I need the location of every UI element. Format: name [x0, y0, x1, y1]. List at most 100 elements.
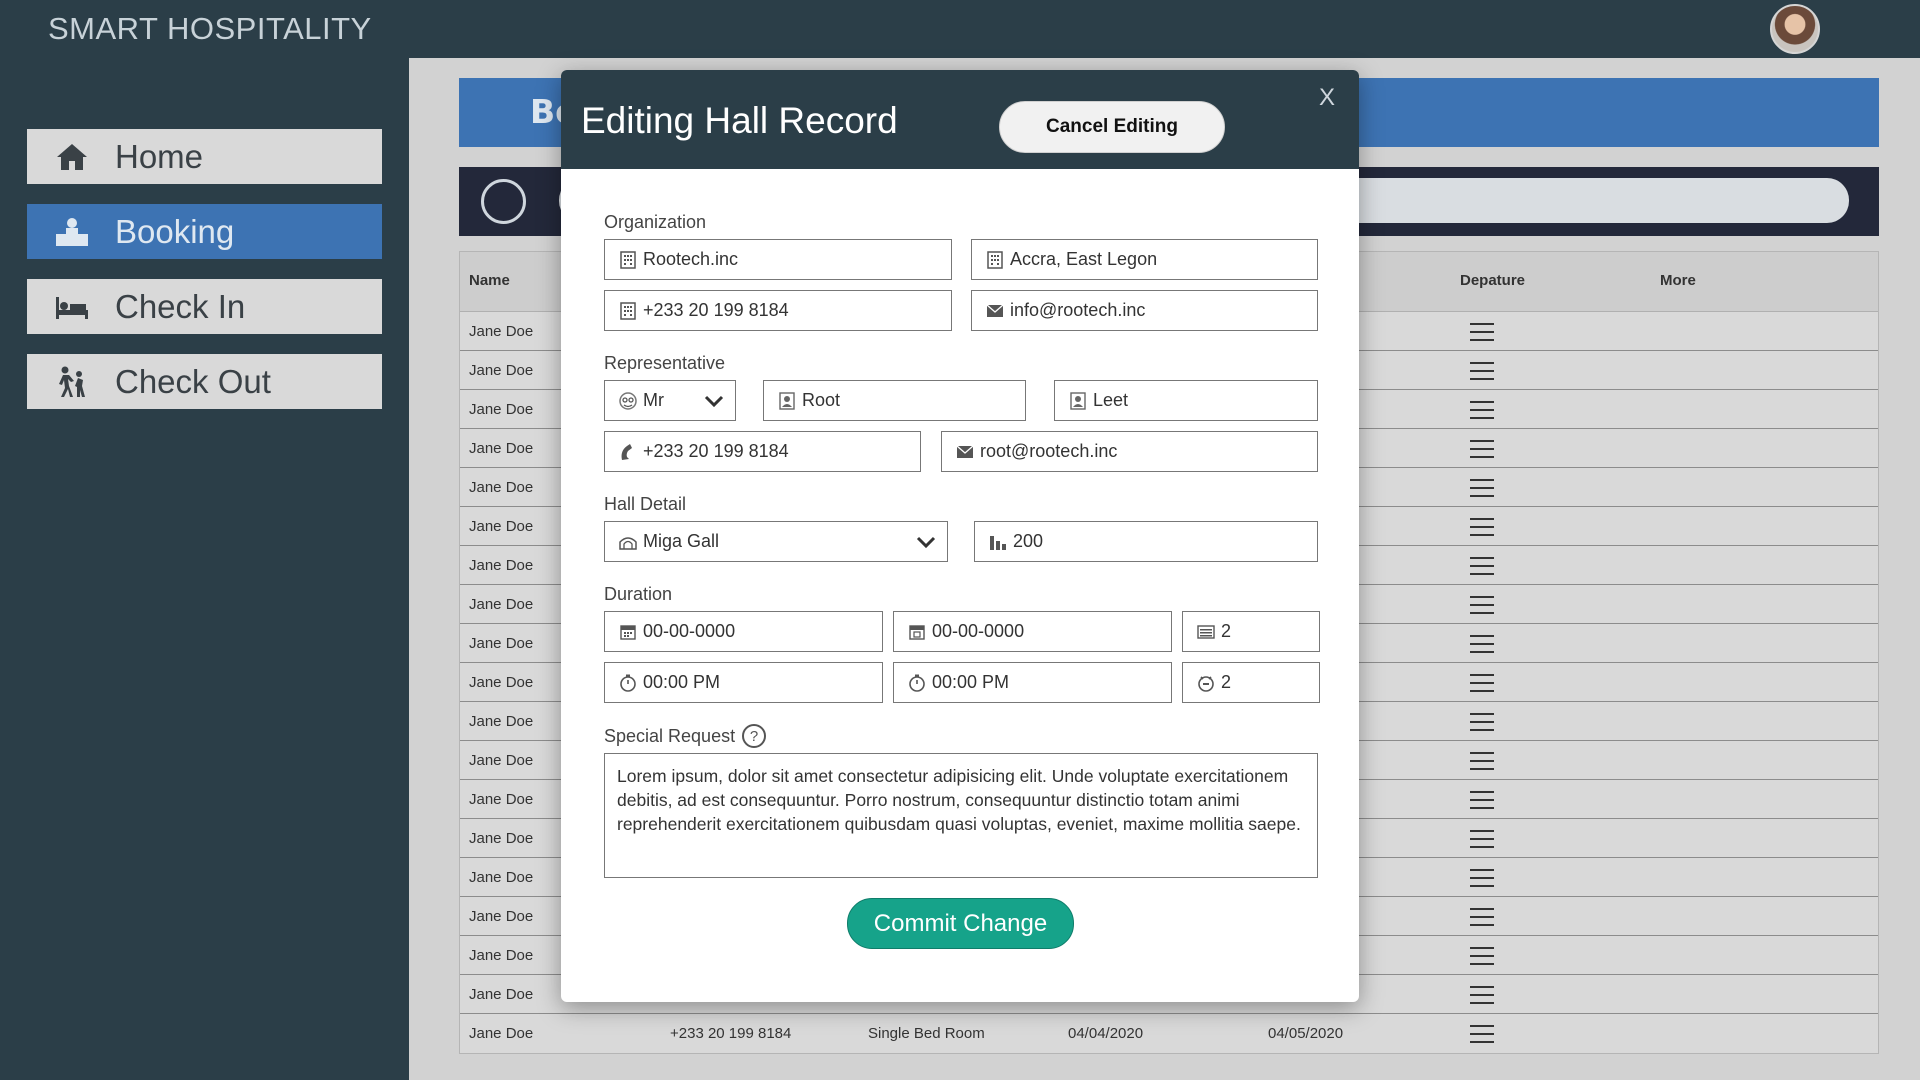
end-time-field[interactable]: 00:00 PM: [893, 662, 1172, 703]
organization-location-value: Accra, East Legon: [1010, 249, 1158, 269]
user-avatar[interactable]: [1770, 4, 1820, 54]
cell-name: Jane Doe: [469, 323, 534, 340]
representative-phone-field[interactable]: +233 20 199 8184: [604, 431, 921, 472]
hours-field[interactable]: 2: [1182, 662, 1320, 703]
sidebar-item-label: Booking: [115, 212, 235, 250]
organization-phone-value: +233 20 199 8184: [643, 300, 789, 320]
end-date-value: 00-00-0000: [932, 621, 1025, 641]
cell-name: Jane Doe: [469, 908, 534, 925]
chevron-down-icon: [915, 531, 937, 558]
cell-name: Jane Doe: [469, 635, 534, 652]
representative-phone-value: +233 20 199 8184: [643, 441, 789, 461]
envelope-icon: [956, 443, 974, 461]
cell-name: Jane Doe: [469, 401, 534, 418]
cancel-editing-button[interactable]: Cancel Editing: [999, 101, 1225, 153]
contact-card-icon: [1069, 391, 1087, 410]
representative-email-field[interactable]: root@rootech.inc: [941, 431, 1318, 472]
row-menu-icon[interactable]: [1470, 323, 1494, 341]
row-menu-icon[interactable]: [1470, 596, 1494, 614]
row-menu-icon[interactable]: [1470, 401, 1494, 419]
row-menu-icon[interactable]: [1470, 518, 1494, 536]
commit-change-button[interactable]: Commit Change: [847, 898, 1074, 949]
cell-name: Jane Doe: [469, 518, 534, 535]
modal-title: Editing Hall Record: [581, 100, 898, 141]
sidebar-item-check-in[interactable]: Check In: [27, 279, 382, 334]
cell-name: Jane Doe: [469, 947, 534, 964]
cell-phone: +233 20 199 8184: [670, 1025, 792, 1042]
row-menu-icon[interactable]: [1470, 869, 1494, 887]
row-menu-icon[interactable]: [1470, 791, 1494, 809]
organization-email-field[interactable]: info@rootech.inc: [971, 290, 1318, 331]
row-menu-icon[interactable]: [1470, 362, 1494, 380]
hall-capacity-value: 200: [1013, 531, 1044, 551]
column-header-departure[interactable]: Depature: [1460, 272, 1525, 289]
cell-name: Jane Doe: [469, 596, 534, 613]
cell-name: Jane Doe: [469, 791, 534, 808]
cell-room: Single Bed Room: [868, 1025, 985, 1042]
title-value: Mr: [643, 390, 664, 410]
cell-name: Jane Doe: [469, 986, 534, 1003]
start-date-field[interactable]: 00-00-0000: [604, 611, 883, 652]
sidebar-item-check-out[interactable]: Check Out: [27, 354, 382, 409]
last-name-field[interactable]: Leet: [1054, 380, 1318, 421]
special-request-textarea[interactable]: Lorem ipsum, dolor sit amet consectetur …: [604, 753, 1318, 878]
row-menu-icon[interactable]: [1470, 635, 1494, 653]
hall-select[interactable]: Miga Gall: [604, 521, 948, 562]
row-menu-icon[interactable]: [1470, 557, 1494, 575]
stopwatch-icon: [619, 674, 637, 692]
cell-name: Jane Doe: [469, 1025, 534, 1042]
row-menu-icon[interactable]: [1470, 752, 1494, 770]
cell-name: Jane Doe: [469, 830, 534, 847]
start-time-field[interactable]: 00:00 PM: [604, 662, 883, 703]
row-menu-icon[interactable]: [1470, 947, 1494, 965]
organization-name-field[interactable]: Rootech.inc: [604, 239, 952, 280]
end-time-value: 00:00 PM: [932, 672, 1010, 692]
sidebar-item-home[interactable]: Home: [27, 129, 382, 184]
sidebar: Home Booking Check In Check Out: [0, 58, 409, 1080]
contact-card-icon: [778, 391, 796, 410]
reception-desk-icon: [53, 213, 91, 251]
row-menu-icon[interactable]: [1470, 440, 1494, 458]
modal-header: Editing Hall Record Cancel Editing X: [561, 70, 1359, 169]
organization-phone-field[interactable]: +233 20 199 8184: [604, 290, 952, 331]
hotel-bell-icon[interactable]: [481, 179, 526, 224]
organization-name-value: Rootech.inc: [643, 249, 739, 269]
row-menu-icon[interactable]: [1470, 713, 1494, 731]
first-name-field[interactable]: Root: [763, 380, 1026, 421]
hall-icon: [619, 533, 637, 551]
building-icon: [619, 250, 637, 269]
end-date-field[interactable]: 00-00-0000: [893, 611, 1172, 652]
cell-name: Jane Doe: [469, 713, 534, 730]
calendar-icon: [908, 623, 926, 641]
section-label-representative: Representative: [604, 353, 726, 373]
hall-capacity-field[interactable]: 200: [974, 521, 1318, 562]
start-date-value: 00-00-0000: [643, 621, 736, 641]
sidebar-item-label: Home: [115, 137, 204, 175]
days-field[interactable]: 2: [1182, 611, 1320, 652]
column-header-name[interactable]: Name: [469, 272, 510, 289]
row-menu-icon[interactable]: [1470, 1025, 1494, 1043]
row-menu-icon[interactable]: [1470, 674, 1494, 692]
row-menu-icon[interactable]: [1470, 479, 1494, 497]
home-icon: [53, 138, 91, 176]
bed-icon: [53, 288, 91, 326]
title-select[interactable]: Mr: [604, 380, 736, 421]
cell-name: Jane Doe: [469, 479, 534, 496]
row-menu-icon[interactable]: [1470, 908, 1494, 926]
cell-name: Jane Doe: [469, 752, 534, 769]
table-row[interactable]: Jane Doe +233 20 199 8184 Single Bed Roo…: [460, 1014, 1878, 1053]
building-icon: [986, 250, 1004, 269]
representative-email-value: root@rootech.inc: [980, 441, 1118, 461]
sidebar-item-label: Check In: [115, 287, 246, 325]
sidebar-item-booking[interactable]: Booking: [27, 204, 382, 259]
building-icon: [619, 301, 637, 320]
row-menu-icon[interactable]: [1470, 830, 1494, 848]
organization-location-field[interactable]: Accra, East Legon: [971, 239, 1318, 280]
cell-name: Jane Doe: [469, 362, 534, 379]
row-menu-icon[interactable]: [1470, 986, 1494, 1004]
close-icon[interactable]: X: [1319, 84, 1335, 112]
section-label-organization: Organization: [604, 212, 707, 232]
help-icon[interactable]: ?: [742, 724, 766, 748]
stopwatch-icon: [908, 674, 926, 692]
organization-email-value: info@rootech.inc: [1010, 300, 1146, 320]
